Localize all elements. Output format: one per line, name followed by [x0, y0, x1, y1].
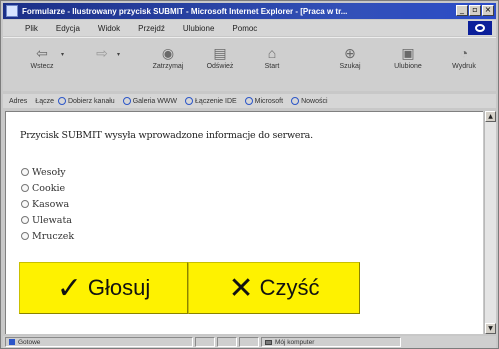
- cross-icon: ✕: [228, 270, 254, 306]
- radio-option[interactable]: Kasowa: [21, 196, 74, 212]
- radio-label: Cookie: [32, 182, 66, 194]
- link-label: Microsoft: [254, 97, 284, 105]
- print-label: Wydruk: [452, 63, 476, 70]
- maximize-button[interactable]: ▫: [469, 5, 481, 16]
- forward-arrow-icon: ⇨: [96, 45, 108, 61]
- search-label: Szukaj: [339, 63, 361, 70]
- status-panel-empty-1: [195, 337, 215, 347]
- status-panel-empty-3: [239, 337, 259, 347]
- status-panel-empty-2: [217, 337, 237, 347]
- link-label: Łączenie IDE: [195, 97, 237, 105]
- menu-favorites[interactable]: Ulubione: [183, 24, 215, 33]
- radio-label: Ulewata: [32, 214, 72, 226]
- browser-window: Formularze - Ilustrowany przycisk SUBMIT…: [0, 0, 499, 349]
- intro-text: Przycisk SUBMIT wysyła wprowadzone infor…: [20, 130, 313, 141]
- radio-button[interactable]: [21, 168, 29, 176]
- menu-bar: Plik Edycja Widok Przejdź Ulubione Pomoc: [3, 20, 496, 36]
- menu-edit[interactable]: Edycja: [56, 24, 80, 33]
- search-button[interactable]: ⊕ Szukaj: [325, 44, 375, 70]
- window-title: Formularze - Ilustrowany przycisk SUBMIT…: [22, 6, 348, 16]
- link-label: Galeria WWW: [132, 97, 178, 105]
- vote-button-label: Głosuj: [87, 275, 151, 300]
- close-button[interactable]: ×: [482, 5, 494, 16]
- radio-option[interactable]: Ulewata: [21, 212, 74, 228]
- computer-icon: [265, 339, 272, 345]
- link-news[interactable]: Nowości: [291, 97, 328, 105]
- radio-button[interactable]: [21, 232, 29, 240]
- link-gallery[interactable]: Galeria WWW: [122, 97, 178, 105]
- home-label: Start: [264, 63, 280, 70]
- back-arrow-icon: ⇦: [36, 45, 48, 61]
- back-dropdown-icon[interactable]: ▾: [61, 51, 64, 58]
- radio-option[interactable]: Cookie: [21, 180, 74, 196]
- menu-help[interactable]: Pomoc: [232, 24, 257, 33]
- window-controls: _ ▫ ×: [456, 5, 494, 16]
- favorites-folder-icon: ▣: [401, 45, 415, 61]
- link-ide[interactable]: Łączenie IDE: [185, 97, 237, 105]
- stop-icon: ◉: [161, 45, 175, 61]
- favorites-label: Ulubione: [394, 63, 422, 70]
- toolbar: ⇦ Wstecz ▾ ⇨ ▾ ◉ Zatrzymaj ▤ Odśwież ⌂ S…: [3, 37, 496, 91]
- forward-button[interactable]: ⇨ ▾: [77, 44, 127, 63]
- forward-dropdown-icon[interactable]: ▾: [117, 51, 120, 58]
- link-ie-icon: [57, 97, 66, 105]
- link-label: Dobierz kanału: [67, 97, 115, 105]
- vote-submit-button[interactable]: ✓ Głosuj: [19, 262, 188, 314]
- home-button[interactable]: ⌂ Start: [247, 44, 297, 70]
- print-icon: ◔: [459, 45, 469, 61]
- zone-text: Mój komputer: [275, 338, 315, 346]
- link-channels[interactable]: Dobierz kanału: [57, 97, 115, 105]
- status-panel-zone: Mój komputer: [261, 337, 401, 347]
- print-button[interactable]: ◔ Wydruk: [439, 44, 489, 70]
- status-panel-main: Gotowe: [5, 337, 193, 347]
- status-text: Gotowe: [18, 338, 41, 346]
- radio-label: Kasowa: [32, 198, 70, 210]
- menu-view[interactable]: Widok: [98, 24, 120, 33]
- search-globe-icon: ⊕: [344, 45, 356, 61]
- stop-button[interactable]: ◉ Zatrzymaj: [143, 44, 193, 70]
- link-label: Nowości: [301, 97, 328, 105]
- refresh-button[interactable]: ▤ Odśwież: [195, 44, 245, 70]
- radio-button[interactable]: [21, 184, 29, 192]
- radio-label: Mruczek: [32, 230, 75, 242]
- status-bar: Gotowe Mój komputer: [3, 336, 496, 348]
- vertical-scrollbar[interactable]: ▲ ▼: [484, 111, 496, 334]
- links-label: Łącze: [35, 97, 54, 105]
- scroll-down-arrow-icon[interactable]: ▼: [485, 323, 496, 334]
- link-ie-icon: [185, 97, 194, 105]
- refresh-label: Odśwież: [206, 63, 234, 70]
- link-ie-icon: [122, 97, 131, 105]
- radio-option[interactable]: Mruczek: [21, 228, 74, 244]
- page-status-icon: [9, 339, 15, 345]
- back-button[interactable]: ⇦ Wstecz ▾: [17, 44, 67, 70]
- stop-label: Zatrzymaj: [152, 63, 184, 70]
- checkmark-icon: ✓: [56, 270, 82, 306]
- radio-button[interactable]: [21, 200, 29, 208]
- menu-go[interactable]: Przejdź: [138, 24, 165, 33]
- radio-group: Wesoły Cookie Kasowa Ulewata Mruczek: [21, 164, 74, 244]
- favorites-button[interactable]: ▣ Ulubione: [383, 44, 433, 70]
- radio-button[interactable]: [21, 216, 29, 224]
- clear-button-label: Czyść: [259, 275, 320, 300]
- radio-option[interactable]: Wesoły: [21, 164, 74, 180]
- page-content: Przycisk SUBMIT wysyła wprowadzone infor…: [5, 111, 483, 334]
- link-microsoft[interactable]: Microsoft: [244, 97, 284, 105]
- link-ie-icon: [244, 97, 253, 105]
- title-bar: Formularze - Ilustrowany przycisk SUBMIT…: [3, 3, 496, 19]
- ie-logo-icon: [468, 21, 492, 35]
- back-label: Wstecz: [30, 63, 54, 70]
- address-label[interactable]: Adres: [9, 98, 27, 105]
- links-bar: Adres Łącze Dobierz kanału Galeria WWW Ł…: [3, 94, 496, 108]
- radio-label: Wesoły: [32, 166, 66, 178]
- menu-file[interactable]: Plik: [25, 24, 38, 33]
- ie-page-icon: [6, 5, 18, 17]
- link-ie-icon: [291, 97, 300, 105]
- home-icon: ⌂: [267, 45, 277, 61]
- clear-reset-button[interactable]: ✕ Czyść: [188, 262, 360, 314]
- scroll-up-arrow-icon[interactable]: ▲: [485, 111, 496, 122]
- minimize-button[interactable]: _: [456, 5, 468, 16]
- refresh-icon: ▤: [213, 45, 227, 61]
